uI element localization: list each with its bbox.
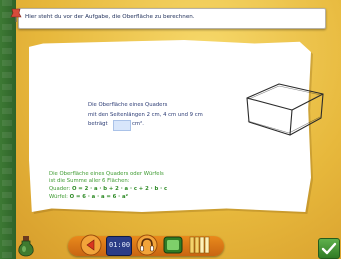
left-frame: [0, 0, 16, 259]
pin-icon: [10, 8, 22, 22]
task-prefix: beträgt: [88, 121, 108, 127]
task-line-1: Die Oberfläche eines Quaders: [88, 102, 168, 108]
instruction-bar: Hier steht du vor der Aufgabe, die Oberf…: [18, 8, 326, 29]
task-unit: cm².: [132, 121, 144, 127]
clock-text: 01:00: [109, 241, 131, 249]
quader-formula-row: Quader: O = 2 · a · b + 2 · a · c + 2 · …: [49, 186, 167, 192]
wuerfel-formula-row: Würfel: O = 6 · a · a = 6 · a²: [49, 194, 128, 200]
quader-label: Quader:: [49, 186, 71, 192]
help-icon[interactable]: [136, 234, 158, 256]
task-line-2: mit den Seitenlängen 2 cm, 4 cm und 9 cm: [88, 112, 203, 118]
wuerfel-formula: O = 6 · a · a = 6 · a²: [69, 194, 128, 200]
answer-input[interactable]: [113, 120, 131, 131]
back-arrow-icon[interactable]: [80, 234, 102, 256]
display-icon[interactable]: [162, 234, 184, 256]
check-icon: [321, 242, 337, 255]
check-button[interactable]: [318, 238, 340, 259]
app-window: Hier steht du vor der Aufgabe, die Oberf…: [0, 0, 341, 259]
quader-formula: O = 2 · a · b + 2 · a · c + 2 · b · c: [71, 186, 168, 192]
instruction-text: Hier steht du vor der Aufgabe, die Oberf…: [25, 14, 195, 20]
note-line-1: Die Oberfläche eines Quaders oder Würfel…: [49, 171, 164, 177]
wuerfel-label: Würfel:: [49, 194, 68, 200]
progress-icon: [189, 236, 210, 254]
clock-icon: 01:00: [106, 236, 132, 256]
note-line-2: ist die Summe aller 6 Flächen:: [49, 178, 130, 184]
potion-icon[interactable]: [17, 235, 35, 257]
cuboid-icon: [246, 83, 324, 136]
